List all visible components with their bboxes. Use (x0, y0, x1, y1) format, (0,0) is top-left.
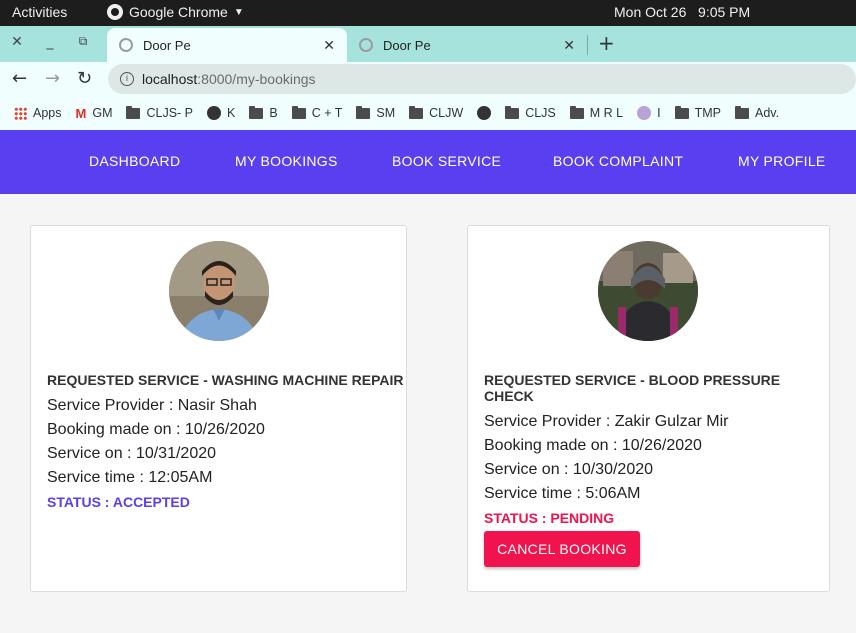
booking-card: REQUESTED SERVICE - BLOOD PRESSURE CHECK… (467, 225, 830, 592)
forward-arrow-icon[interactable]: → (45, 68, 60, 89)
folder-icon (291, 105, 306, 119)
status-badge: STATUS : ACCEPTED (47, 494, 190, 510)
caret-down-icon: ▼ (233, 6, 244, 18)
window-restore-icon[interactable]: ⧉ (75, 34, 91, 49)
bookmark-label: B (269, 106, 278, 120)
bookmark-label: Adv. (754, 106, 780, 120)
folder-icon (569, 105, 584, 119)
bookmark-label: SM (376, 106, 396, 120)
bookmark-label: GM (92, 106, 113, 120)
tab-title: Door Pe (383, 37, 431, 53)
bookings-content: REQUESTED SERVICE - WASHING MACHINE REPA… (0, 194, 856, 633)
tab-strip: ✕ _ ⧉ Door Pe ✕ Door Pe ✕ (0, 26, 856, 62)
gmail-icon: M (75, 105, 87, 121)
url-path: :8000/my-bookings (197, 71, 316, 87)
booking-date: Booking made on : 10/26/2020 (47, 421, 265, 438)
service-provider: Service Provider : Nasir Shah (47, 397, 257, 414)
folder-icon (734, 105, 749, 119)
bookmark-label: TMP (694, 106, 721, 120)
system-clock[interactable]: Mon Oct 26 9:05 PM (614, 4, 750, 20)
nav-book-service[interactable]: BOOK SERVICE (392, 153, 501, 169)
nav-my-profile[interactable]: MY PROFILE (738, 153, 826, 169)
booking-details: REQUESTED SERVICE - BLOOD PRESSURE CHECK… (484, 372, 829, 526)
favicon-icon (359, 38, 373, 52)
nav-dashboard[interactable]: DASHBOARD (89, 153, 180, 169)
info-icon[interactable]: i (120, 72, 134, 86)
bookmark-label: CLJW (429, 106, 464, 120)
bookmark-cljs[interactable]: CLJS (505, 105, 556, 120)
tab-door-pe[interactable]: Door Pe ✕ (347, 28, 587, 62)
chrome-icon (107, 4, 123, 20)
folder-icon (505, 105, 520, 119)
provider-avatar (598, 241, 698, 341)
bookmarks-bar: Apps M GM CLJS- P K B C + T SM CLJW CLJS … (0, 96, 856, 130)
bookmark-tmp[interactable]: TMP (674, 105, 721, 120)
provider-avatar (169, 241, 269, 341)
url-host: localhost (142, 71, 198, 87)
bookmark-label: C + T (311, 106, 343, 120)
favicon-icon (119, 38, 133, 52)
bookmark-label: Apps (33, 106, 62, 120)
back-arrow-icon[interactable]: ← (12, 68, 27, 89)
globe-icon (207, 106, 222, 120)
bookmark-label: CLJS (525, 106, 556, 120)
bookmark-i[interactable]: I (637, 106, 661, 120)
bookmark-sm[interactable]: SM (356, 105, 396, 120)
nav-book-complaint[interactable]: BOOK COMPLAINT (553, 153, 683, 169)
globe-icon (477, 106, 492, 120)
booking-date: Booking made on : 10/26/2020 (484, 437, 702, 454)
service-provider: Service Provider : Zakir Gulzar Mir (484, 413, 729, 430)
app-navbar: DASHBOARD MY BOOKINGS BOOK SERVICE BOOK … (0, 130, 856, 194)
window-close-icon[interactable]: ✕ (9, 34, 25, 50)
system-top-bar: Activities Google Chrome ▼ Mon Oct 26 9:… (0, 0, 856, 26)
omnibox-url-field[interactable]: i localhost:8000/my-bookings (108, 64, 856, 94)
service-date: Service on : 10/30/2020 (484, 461, 654, 478)
nav-my-bookings[interactable]: MY BOOKINGS (235, 153, 338, 169)
address-toolbar: ← → ↻ i localhost:8000/my-bookings (0, 62, 856, 96)
booking-details: REQUESTED SERVICE - WASHING MACHINE REPA… (47, 372, 404, 510)
app-menu[interactable]: Google Chrome ▼ (107, 4, 244, 20)
folder-icon (409, 105, 424, 119)
requested-service: REQUESTED SERVICE - WASHING MACHINE REPA… (47, 372, 404, 388)
bookmark-b[interactable]: B (249, 105, 278, 120)
service-time: Service time : 12:05AM (47, 469, 213, 486)
bookmark-apps[interactable]: Apps (14, 106, 62, 120)
status-badge: STATUS : PENDING (484, 510, 615, 526)
tab-door-pe-active[interactable]: Door Pe ✕ (107, 28, 347, 62)
bookmark-cljs-p[interactable]: CLJS- P (126, 105, 194, 120)
tab-close-icon[interactable]: ✕ (323, 37, 335, 54)
service-date: Service on : 10/31/2020 (47, 445, 217, 462)
bookmark-globe[interactable] (477, 106, 492, 120)
site-logo-icon (637, 106, 652, 120)
folder-icon (356, 105, 371, 119)
apps-grid-icon (14, 106, 27, 120)
window-minimize-icon[interactable]: _ (42, 34, 58, 50)
tab-close-icon[interactable]: ✕ (563, 37, 575, 54)
reload-icon[interactable]: ↻ (77, 68, 92, 89)
bookmark-gm[interactable]: M GM (76, 106, 113, 121)
bookmark-label: CLJS- P (146, 106, 194, 120)
folder-icon (249, 105, 264, 119)
activities-button[interactable]: Activities (12, 4, 67, 20)
service-time: Service time : 5:06AM (484, 485, 641, 502)
folder-icon (674, 105, 689, 119)
new-tab-plus-icon[interactable]: + (598, 31, 615, 55)
bookmark-mrl[interactable]: M R L (569, 105, 624, 120)
bookmark-label: M R L (589, 106, 624, 120)
bookmark-label: I (657, 106, 661, 120)
cancel-booking-button[interactable]: CANCEL BOOKING (484, 531, 640, 567)
booking-card: REQUESTED SERVICE - WASHING MACHINE REPA… (30, 225, 407, 592)
bookmark-adv[interactable]: Adv. (734, 105, 780, 120)
tab-title: Door Pe (143, 37, 191, 53)
app-name: Google Chrome (129, 4, 228, 20)
bookmark-c-t[interactable]: C + T (291, 105, 343, 120)
folder-icon (126, 105, 141, 119)
requested-service: REQUESTED SERVICE - BLOOD PRESSURE CHECK (484, 372, 781, 404)
bookmark-cljw[interactable]: CLJW (409, 105, 464, 120)
tab-separator (587, 35, 588, 55)
bookmark-k[interactable]: K (207, 106, 235, 120)
bookmark-label: K (227, 106, 236, 120)
